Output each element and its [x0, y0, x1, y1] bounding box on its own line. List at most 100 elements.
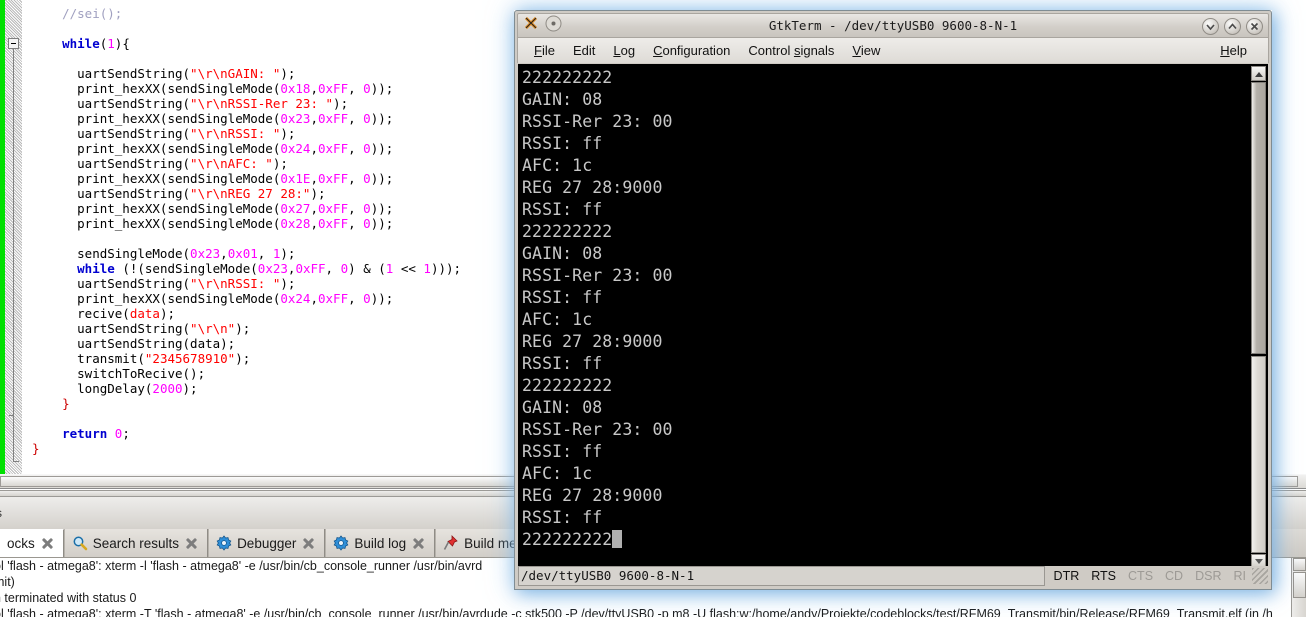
- scrollbar-thumb[interactable]: [1251, 82, 1266, 354]
- gtkterm-title-text: GtkTerm - /dev/ttyUSB0 9600-8-N-1: [768, 18, 1018, 33]
- code-token: uartSendString(: [32, 276, 191, 291]
- gtkterm-window[interactable]: GtkTerm - /dev/ttyUSB0 9600-8-N-1 File Ed…: [514, 10, 1272, 590]
- close-icon[interactable]: [411, 536, 426, 551]
- terminal-line: 222222222: [522, 67, 1250, 89]
- terminal-line: REG 27 28:9000: [522, 485, 1250, 507]
- panel-title-text: s: [0, 500, 2, 526]
- signal-indicator-dsr[interactable]: DSR: [1195, 569, 1221, 583]
- menu-file[interactable]: File: [525, 41, 564, 60]
- terminal-line: AFC: 1c: [522, 155, 1250, 177]
- terminal-line-text: REG 27 28:9000: [522, 178, 663, 197]
- code-token: uartSendString(: [32, 126, 191, 141]
- log-scrollbar-thumb[interactable]: [1293, 572, 1306, 598]
- scroll-up-arrow-icon[interactable]: [1251, 66, 1266, 81]
- code-token: //sei();: [32, 6, 123, 21]
- gear-icon: [216, 535, 232, 551]
- code-token: ,: [348, 111, 364, 126]
- code-token: 0: [363, 291, 371, 306]
- code-token: ,: [310, 141, 318, 156]
- terminal-scrollbar[interactable]: [1250, 65, 1267, 570]
- code-token: 1: [107, 36, 115, 51]
- menu-view[interactable]: View: [843, 41, 889, 60]
- terminal-output[interactable]: 222222222 GAIN: 08 RSSI-Rer 23: 00 RSSI: ff…: [519, 65, 1250, 570]
- gtkterm-menubar[interactable]: File Edit Log Configuration Control signals V…: [517, 38, 1269, 63]
- code-token: 0xFF: [318, 291, 349, 306]
- gtkterm-app-icon: [523, 15, 540, 37]
- control-signal-indicators[interactable]: DTR RTS CTS CD DSR RI: [1045, 566, 1249, 586]
- terminal-line-text: 222222222: [522, 222, 613, 241]
- terminal-line: REG 27 28:9000: [522, 331, 1250, 353]
- code-token: 0x24: [280, 141, 311, 156]
- code-token: 2000: [152, 381, 183, 396]
- scroll-up-arrow-icon[interactable]: [1293, 558, 1306, 571]
- signal-indicator-dtr[interactable]: DTR: [1054, 569, 1080, 583]
- scrollbar-trough[interactable]: [1251, 82, 1266, 553]
- log-line-text: mit): [0, 575, 15, 589]
- menu-control-signals[interactable]: Control signals: [739, 41, 843, 60]
- terminal-line-text: RSSI: ff: [522, 442, 603, 461]
- window-menu-icon[interactable]: [545, 15, 562, 37]
- screen: //sei(); while(1){ uartSendString("\r\nG…: [0, 0, 1306, 617]
- minimize-button[interactable]: [1202, 18, 1219, 35]
- panel-tab-ocks[interactable]: ocks: [0, 529, 64, 557]
- maximize-button[interactable]: [1224, 18, 1241, 35]
- terminal-line-text: RSSI: ff: [522, 288, 603, 307]
- fold-toggle-icon[interactable]: [8, 38, 19, 49]
- code-token: ));: [370, 111, 394, 126]
- menu-log[interactable]: Log: [604, 41, 644, 60]
- terminal-line-text: REG 27 28:9000: [522, 332, 663, 351]
- code-token: ,: [348, 81, 364, 96]
- code-token: 0: [363, 81, 371, 96]
- pin-icon: [443, 535, 459, 551]
- code-token: );: [280, 66, 296, 81]
- close-icon[interactable]: [40, 536, 55, 551]
- panel-tab-debugger[interactable]: Debugger: [208, 529, 326, 557]
- menu-configuration[interactable]: Configuration: [644, 41, 739, 60]
- resize-grip-icon[interactable]: [1252, 568, 1268, 584]
- code-token: ,: [310, 81, 318, 96]
- magnifier-icon: [72, 535, 88, 551]
- code-token: longDelay(: [32, 381, 153, 396]
- window-controls[interactable]: [1202, 18, 1263, 35]
- signal-indicator-cd[interactable]: CD: [1165, 569, 1183, 583]
- code-token: "\r\nGAIN: ": [190, 66, 281, 81]
- log-vertical-scrollbar[interactable]: [1291, 558, 1306, 617]
- terminal-line: RSSI-Rer 23: 00: [522, 111, 1250, 133]
- panel-tab-label: Build log: [354, 535, 407, 551]
- scrollbar-thumb-lower[interactable]: [1251, 356, 1266, 553]
- terminal-line-text: REG 27 28:9000: [522, 486, 663, 505]
- gtkterm-statusbar: /dev/ttyUSB0 9600-8-N-1 DTR RTS CTS CD DSR RI: [518, 566, 1268, 586]
- code-token: ,: [325, 261, 341, 276]
- signal-indicator-rts[interactable]: RTS: [1091, 569, 1116, 583]
- panel-tab-label: Search results: [92, 535, 180, 551]
- close-icon[interactable]: [184, 536, 199, 551]
- code-token: "\r\nRSSI: ": [190, 126, 281, 141]
- code-token: (!(sendSingleMode(: [114, 261, 258, 276]
- code-token: switchToRecive();: [32, 366, 206, 381]
- code-token: );: [280, 126, 296, 141]
- close-icon[interactable]: [301, 536, 316, 551]
- code-token: 0xFF: [295, 261, 326, 276]
- close-button[interactable]: [1246, 18, 1263, 35]
- terminal-line: REG 27 28:9000: [522, 177, 1250, 199]
- code-token: 0: [363, 216, 371, 231]
- terminal-line: 222222222: [522, 529, 1250, 551]
- signal-indicator-ri[interactable]: RI: [1234, 569, 1247, 583]
- menu-help[interactable]: Help: [1211, 41, 1256, 60]
- code-token: print_hexXX(sendSingleMode(: [32, 171, 281, 186]
- panel-tab-search-results[interactable]: Search results: [63, 529, 209, 557]
- code-token: ,: [348, 171, 364, 186]
- code-token: "2345678910": [144, 351, 236, 366]
- code-token: uartSendString(: [32, 96, 191, 111]
- code-token: 0: [340, 261, 349, 276]
- terminal-area[interactable]: 222222222 GAIN: 08 RSSI-Rer 23: 00 RSSI: ff…: [518, 64, 1268, 571]
- gtkterm-titlebar[interactable]: GtkTerm - /dev/ttyUSB0 9600-8-N-1: [517, 13, 1269, 38]
- signal-indicator-cts[interactable]: CTS: [1128, 569, 1153, 583]
- code-token: ,: [348, 141, 364, 156]
- fold-margin[interactable]: [5, 0, 22, 474]
- menu-edit[interactable]: Edit: [564, 41, 604, 60]
- panel-tab-build-log[interactable]: Build log: [325, 529, 436, 557]
- code-token: ,: [220, 246, 228, 261]
